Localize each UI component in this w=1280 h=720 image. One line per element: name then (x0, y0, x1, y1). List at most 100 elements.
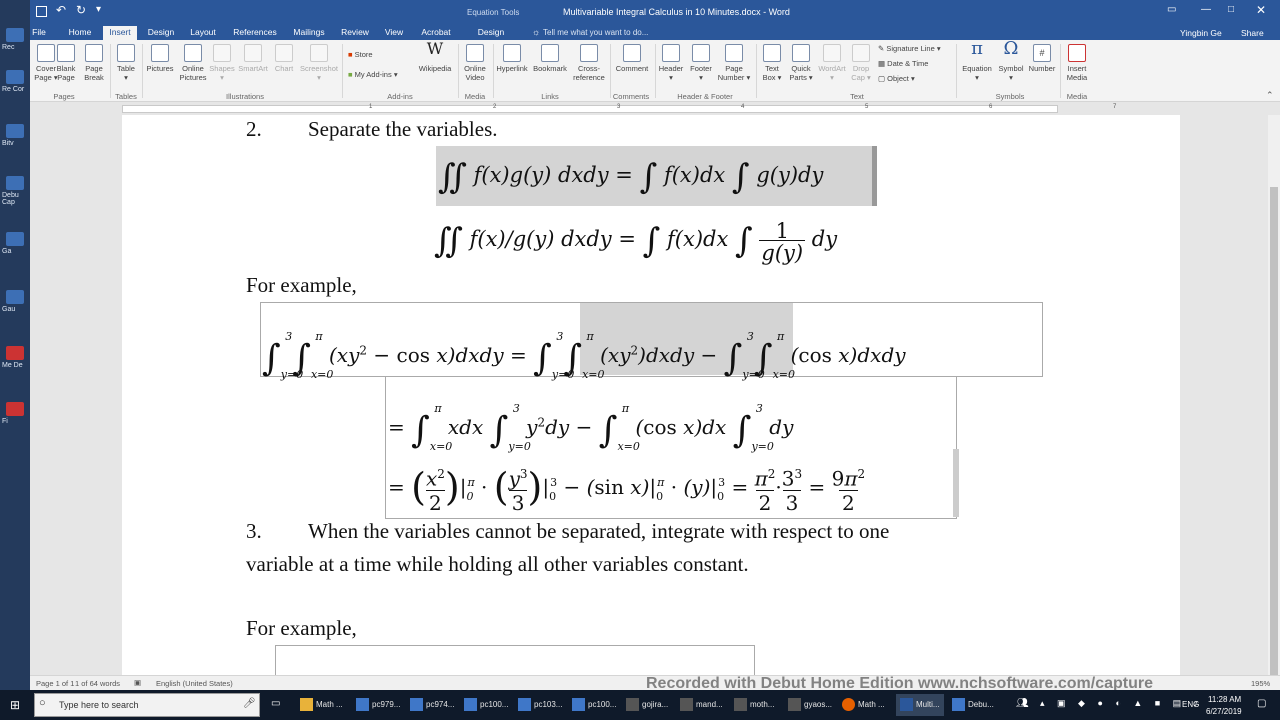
desktop-icon[interactable] (6, 124, 24, 138)
header-button[interactable]: Header ▾ (656, 42, 686, 82)
vertical-scrollbar[interactable] (1268, 115, 1280, 687)
maximize-icon[interactable]: □ (1228, 4, 1234, 15)
ribbon-display-icon[interactable]: ▭ (1167, 4, 1176, 15)
wordart-button[interactable]: WordArt ▾ (816, 42, 848, 82)
desktop-icon[interactable] (6, 28, 24, 42)
desktop-icon[interactable] (6, 290, 24, 304)
desktop-icon[interactable] (6, 70, 24, 84)
text-box-button[interactable]: Text Box ▾ (758, 42, 786, 82)
ribbon-separator (342, 44, 343, 98)
tab-layout[interactable]: Layout (188, 26, 218, 40)
insert-media-button[interactable]: Insert Media (1062, 42, 1092, 82)
page-number-button[interactable]: Page Number ▾ (716, 42, 752, 82)
tab-view[interactable]: View (382, 26, 406, 40)
taskbar-item[interactable]: pc100... (572, 694, 616, 716)
smartart-button[interactable]: SmartArt (236, 42, 270, 73)
equation-button[interactable]: π Equation ▾ (960, 40, 994, 83)
table-button[interactable]: Table ▾ (113, 42, 139, 82)
hyperlink-button[interactable]: Hyperlink (494, 42, 530, 73)
wikipedia-button[interactable]: W Wikipedia (416, 41, 454, 74)
language-indicator[interactable]: ENG (1182, 700, 1199, 709)
word-count[interactable]: 1 of 64 words (75, 679, 120, 688)
windows-start-icon[interactable]: ⊞ (10, 698, 20, 712)
close-icon[interactable]: ✕ (1256, 3, 1266, 17)
tell-me-box[interactable]: Tell me what you want to do... (543, 28, 648, 37)
footer-button[interactable]: Footer ▾ (686, 42, 716, 82)
collapse-ribbon-icon[interactable]: ⌃ (1266, 90, 1274, 101)
horizontal-ruler[interactable]: 1 2 3 4 5 6 7 (30, 102, 1280, 115)
taskbar-item[interactable]: pc979... (356, 694, 400, 716)
shapes-icon (213, 44, 231, 62)
taskbar-item[interactable]: Math ... (300, 694, 343, 716)
group-media-2: Media (1066, 92, 1088, 101)
equation-handle[interactable] (953, 449, 959, 517)
customize-icon[interactable]: ▾ (96, 4, 101, 15)
bookmark-button[interactable]: Bookmark (532, 42, 568, 73)
people-icon[interactable]: 👥︎ (1016, 698, 1029, 709)
online-pictures-button[interactable]: Online Pictures (176, 42, 210, 82)
redo-icon[interactable]: ↻ (76, 3, 86, 17)
save-icon[interactable] (36, 6, 47, 17)
blank-page-button[interactable]: Blank Page (52, 42, 80, 82)
screenshot-button[interactable]: Screenshot ▾ (298, 42, 340, 82)
user-name[interactable]: Yingbin Ge (1180, 28, 1222, 38)
tab-design[interactable]: Design (146, 26, 176, 40)
comment-button[interactable]: Comment (612, 42, 652, 73)
tab-file[interactable]: File (30, 26, 48, 40)
taskbar-item[interactable]: pc974... (410, 694, 454, 716)
desktop-icon[interactable] (6, 232, 24, 246)
microphone-icon[interactable]: 🎤︎ (243, 698, 256, 709)
desktop-icon[interactable] (6, 346, 24, 360)
tab-insert[interactable]: Insert (103, 26, 137, 40)
signature-line-button[interactable]: ✎ Signature Line ▾ (878, 44, 964, 53)
group-illustrations: Illustrations (226, 92, 264, 101)
equation-handle[interactable] (872, 146, 877, 206)
undo-icon[interactable]: ↶ (56, 3, 66, 17)
tab-review[interactable]: Review (340, 26, 370, 40)
zoom-level[interactable]: 195% (1251, 679, 1270, 688)
drop-cap-button[interactable]: Drop Cap ▾ (848, 42, 874, 82)
taskbar-item[interactable]: gyaos... (788, 694, 832, 716)
my-addins-button[interactable]: ■ My Add-ins ▾ (348, 70, 418, 79)
taskbar-item[interactable]: Debu... (952, 694, 994, 716)
tab-equation-design[interactable]: Design (472, 26, 510, 40)
notification-icon[interactable]: ▢ (1257, 698, 1266, 709)
taskbar-search-box[interactable]: ○ Type here to search 🎤︎ (34, 693, 260, 717)
number-button[interactable]: # Number (1026, 42, 1058, 73)
clock-time[interactable]: 11:28 AM (1208, 695, 1241, 704)
taskbar-item[interactable]: moth... (734, 694, 774, 716)
taskbar-item-active[interactable]: Multi... (896, 694, 944, 716)
taskbar-item[interactable]: gojira... (626, 694, 668, 716)
desktop-icon[interactable] (6, 402, 24, 416)
tray-icons[interactable]: ▴ ▣ ◆ ● ◐ ▲ ■ ▤ ♪ (1040, 698, 1203, 709)
taskbar-item[interactable]: pc103... (518, 694, 562, 716)
minimize-icon[interactable]: — (1201, 4, 1211, 15)
page-break-button[interactable]: Page Break (80, 42, 108, 82)
symbol-button[interactable]: Ω Symbol ▾ (996, 40, 1026, 83)
store-button[interactable]: ■ Store (348, 50, 408, 59)
task-view-icon[interactable]: ▭ (271, 698, 280, 709)
taskbar-item[interactable]: pc100... (464, 694, 508, 716)
tab-mailings[interactable]: Mailings (291, 26, 327, 40)
cross-reference-button[interactable]: Cross-reference (570, 42, 608, 82)
proofing-icon[interactable]: ▣ (134, 678, 141, 687)
tab-references[interactable]: References (233, 26, 277, 40)
page-count[interactable]: Page 1 of 1 (36, 679, 74, 688)
taskbar-item[interactable]: Math ... (842, 694, 885, 716)
tab-acrobat[interactable]: Acrobat (418, 26, 454, 40)
taskbar-item[interactable]: mand... (680, 694, 723, 716)
document-page[interactable]: 2. Separate the variables. ∬ f(x)g(y) dx… (122, 115, 1180, 675)
clock-date[interactable]: 6/27/2019 (1206, 707, 1242, 716)
shapes-button[interactable]: Shapes ▾ (208, 42, 236, 82)
chart-button[interactable]: Chart (270, 42, 298, 73)
language-status[interactable]: English (United States) (156, 679, 233, 688)
share-button[interactable]: Share (1231, 28, 1264, 38)
scrollbar-thumb[interactable] (1270, 187, 1278, 687)
quick-parts-button[interactable]: Quick Parts ▾ (786, 42, 816, 82)
tab-home[interactable]: Home (66, 26, 94, 40)
online-video-button[interactable]: Online Video (460, 42, 490, 82)
date-time-button[interactable]: ▦ Date & Time (878, 59, 964, 68)
desktop-icon[interactable] (6, 176, 24, 190)
object-button[interactable]: ▢ Object ▾ (878, 74, 964, 83)
pictures-button[interactable]: Pictures (144, 42, 176, 73)
